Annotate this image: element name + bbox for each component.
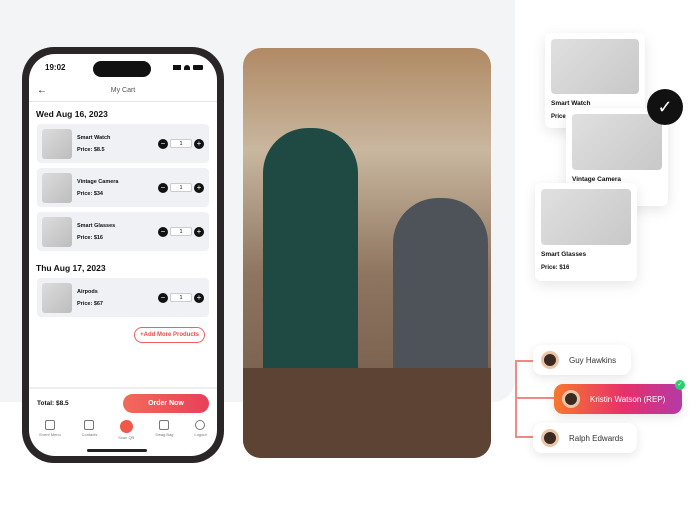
tab-logout[interactable]: Logout (194, 420, 207, 440)
contacts-icon (84, 420, 95, 430)
product-name: Airpods (77, 288, 98, 295)
dynamic-island (93, 61, 151, 77)
home-indicator (87, 449, 147, 452)
product-price: Price: $16 (77, 234, 103, 241)
cart-total: Total: $8.5 (37, 399, 69, 407)
add-more-products-button[interactable]: +Add More Products (134, 327, 205, 343)
signal-wifi-battery-icon (173, 64, 203, 70)
plus-button[interactable]: + (194, 292, 204, 303)
cart-item: Smart Watch Price: $8.5 −1 + (37, 124, 209, 163)
product-name: Smart Watch (77, 134, 111, 141)
avatar (541, 429, 559, 447)
tab-label: Logout (194, 432, 207, 437)
quantity-input[interactable]: 1 (170, 227, 192, 236)
minus-button[interactable]: − (158, 182, 168, 193)
tab-label: Event Menu (39, 432, 61, 437)
contact-ralph-edwards[interactable]: Ralph Edwards (533, 423, 637, 453)
page-title: My Cart (110, 87, 136, 94)
product-image (42, 282, 72, 313)
contact-name: Guy Hawkins (569, 355, 617, 365)
quantity-input[interactable]: 1 (170, 293, 192, 302)
tab-contacts[interactable]: Contacts (81, 420, 98, 440)
minus-button[interactable]: − (158, 226, 168, 237)
bottom-tab-bar: Event Menu Contacts Scan QR Swag Bag Log… (29, 420, 217, 440)
tab-label: Scan QR (118, 435, 135, 440)
product-image (42, 172, 72, 203)
product-name: Vintage Camera (77, 178, 119, 185)
tab-event-menu[interactable]: Event Menu (39, 420, 61, 440)
plus-button[interactable]: + (194, 138, 204, 149)
connector-line (515, 397, 555, 399)
avatar (562, 390, 580, 408)
product-card-smart-glasses: Smart Glasses Price: $16 (535, 183, 637, 281)
tab-scan-qr[interactable]: Scan QR (118, 420, 134, 440)
connector-line (515, 360, 535, 362)
product-image (42, 216, 72, 247)
logout-icon (195, 420, 206, 430)
product-image (42, 128, 72, 159)
event-photo (243, 48, 491, 458)
group-date: Thu Aug 17, 2023 (36, 263, 106, 273)
tab-swag-bag[interactable]: Swag Bag (155, 420, 174, 440)
product-price: Price: $8.5 (77, 146, 105, 153)
product-name: Smart Glasses (77, 222, 116, 229)
product-image (572, 114, 662, 170)
quantity-input[interactable]: 1 (170, 183, 192, 192)
phone-mockup: 19:02 ← My Cart Wed Aug 16, 2023 Smart W… (22, 47, 224, 463)
bag-icon (159, 420, 170, 430)
card-price: Price: $16 (541, 265, 570, 271)
contact-kristin-watson-rep[interactable]: Kristin Watson (REP) (554, 384, 682, 414)
minus-button[interactable]: − (158, 292, 168, 303)
verified-check-icon: ✓ (675, 380, 685, 390)
nav-bar: ← My Cart (29, 80, 217, 102)
status-time: 19:02 (45, 62, 66, 72)
contact-name: Ralph Edwards (569, 433, 624, 443)
quantity-input[interactable]: 1 (170, 139, 192, 148)
group-date: Wed Aug 16, 2023 (36, 109, 108, 119)
cart-group: Wed Aug 16, 2023 Smart Watch Price: $8.5 −… (29, 102, 217, 251)
contact-guy-hawkins[interactable]: Guy Hawkins (533, 345, 631, 375)
connector-line (515, 436, 535, 438)
qr-icon (119, 420, 133, 433)
tab-label: Swag Bag (155, 432, 174, 437)
home-icon (45, 420, 56, 430)
card-name: Smart Watch (551, 100, 591, 107)
card-name: Smart Glasses (541, 251, 587, 258)
cart-item: Airpods Price: $67 −1 + (37, 278, 209, 317)
product-image (541, 189, 631, 245)
cart-group: Thu Aug 17, 2023 Airpods Price: $67 −1 + (29, 256, 217, 317)
order-now-button[interactable]: Order Now (123, 393, 209, 413)
cart-item: Smart Glasses Price: $16 −1 + (37, 212, 209, 251)
card-name: Vintage Camera (572, 176, 622, 183)
table-shape (243, 368, 491, 458)
cart-item: Vintage Camera Price: $34 −1 + (37, 168, 209, 207)
back-arrow-icon[interactable]: ← (37, 85, 47, 96)
product-price: Price: $34 (77, 190, 103, 197)
minus-button[interactable]: − (158, 138, 168, 149)
product-image (551, 39, 639, 94)
tab-label: Contacts (81, 432, 98, 437)
product-price: Price: $67 (77, 300, 103, 307)
phone-screen: 19:02 ← My Cart Wed Aug 16, 2023 Smart W… (29, 54, 217, 456)
avatar (541, 351, 559, 369)
check-icon: ✓ (647, 89, 683, 125)
contact-name: Kristin Watson (REP) (590, 394, 666, 404)
plus-button[interactable]: + (194, 226, 204, 237)
plus-button[interactable]: + (194, 182, 204, 193)
cart-footer: Total: $8.5 Order Now (29, 387, 217, 417)
